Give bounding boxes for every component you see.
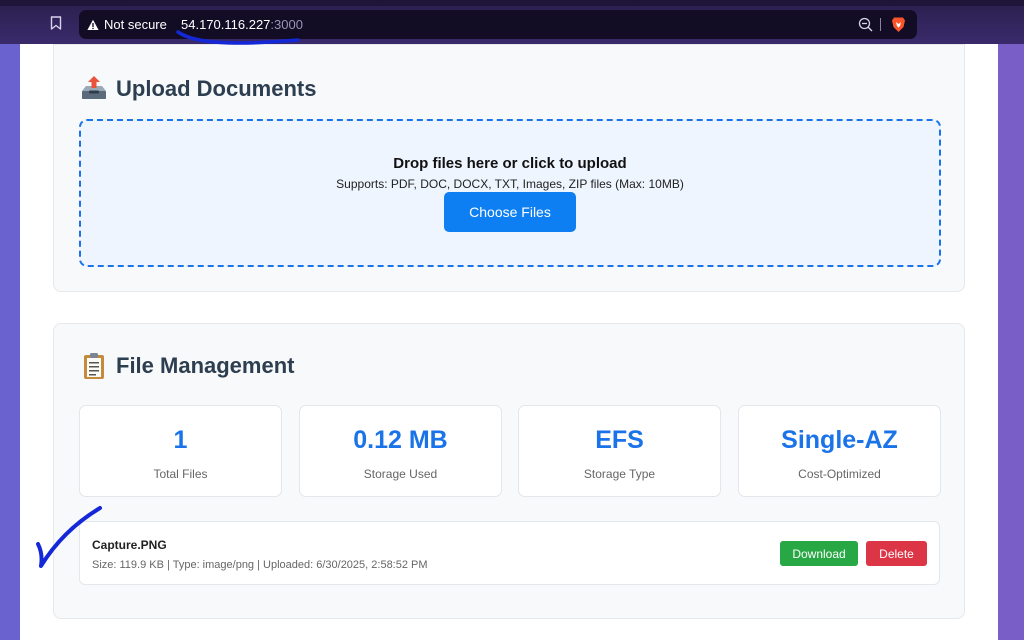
upload-section-title: Upload Documents xyxy=(80,75,316,103)
address-bar[interactable]: Not secure 54.170.116.227:3000 xyxy=(79,10,917,39)
delete-button[interactable]: Delete xyxy=(866,541,927,566)
url-host: 54.170.116.227 xyxy=(181,17,271,32)
upload-tray-icon xyxy=(82,76,106,99)
page-content: Upload Documents Drop files here or clic… xyxy=(20,44,998,640)
file-name: Capture.PNG xyxy=(92,538,167,552)
download-button[interactable]: Download xyxy=(780,541,858,566)
stat-value: 1 xyxy=(173,426,188,454)
file-list-item: Capture.PNG Size: 119.9 KB | Type: image… xyxy=(79,521,940,585)
brave-lion-icon[interactable] xyxy=(891,16,906,33)
stat-value: EFS xyxy=(595,426,644,454)
warning-icon xyxy=(87,19,99,30)
stat-card-availability: Single-AZ Cost-Optimized xyxy=(738,405,941,497)
zoom-icon[interactable] xyxy=(858,17,873,32)
dropzone[interactable]: Drop files here or click to upload Suppo… xyxy=(79,119,941,267)
stat-value: Single-AZ xyxy=(781,426,898,454)
choose-files-button[interactable]: Choose Files xyxy=(444,192,576,232)
stat-label: Storage Used xyxy=(363,467,438,481)
upload-title-text: Upload Documents xyxy=(116,76,317,101)
tab-strip xyxy=(0,0,1024,6)
security-label: Not secure xyxy=(104,17,167,32)
url-text[interactable]: 54.170.116.227:3000 xyxy=(181,10,303,39)
security-indicator[interactable]: Not secure xyxy=(87,10,167,39)
bookmark-icon[interactable] xyxy=(50,16,62,30)
clipboard-icon xyxy=(84,353,104,379)
address-bar-divider xyxy=(880,18,881,31)
upload-section: Upload Documents Drop files here or clic… xyxy=(53,44,965,292)
stat-card-storage-type: EFS Storage Type xyxy=(518,405,721,497)
browser-toolbar: Not secure 54.170.116.227:3000 xyxy=(0,0,1024,44)
stat-label: Total Files xyxy=(153,467,208,481)
dropzone-title: Drop files here or click to upload xyxy=(393,155,627,172)
stat-label: Storage Type xyxy=(583,467,656,481)
stat-label: Cost-Optimized xyxy=(798,467,881,481)
stat-card-total-files: 1 Total Files xyxy=(79,405,282,497)
file-management-section: File Management 1 Total Files 0.12 MB St… xyxy=(53,323,965,619)
dropzone-subtitle: Supports: PDF, DOC, DOCX, TXT, Images, Z… xyxy=(336,177,684,191)
file-management-title-text: File Management xyxy=(116,353,295,378)
stat-value: 0.12 MB xyxy=(353,426,448,454)
url-port: :3000 xyxy=(270,17,303,32)
file-management-title: File Management xyxy=(80,352,294,380)
stat-card-storage-used: 0.12 MB Storage Used xyxy=(299,405,502,497)
file-meta: Size: 119.9 KB | Type: image/png | Uploa… xyxy=(92,559,428,571)
